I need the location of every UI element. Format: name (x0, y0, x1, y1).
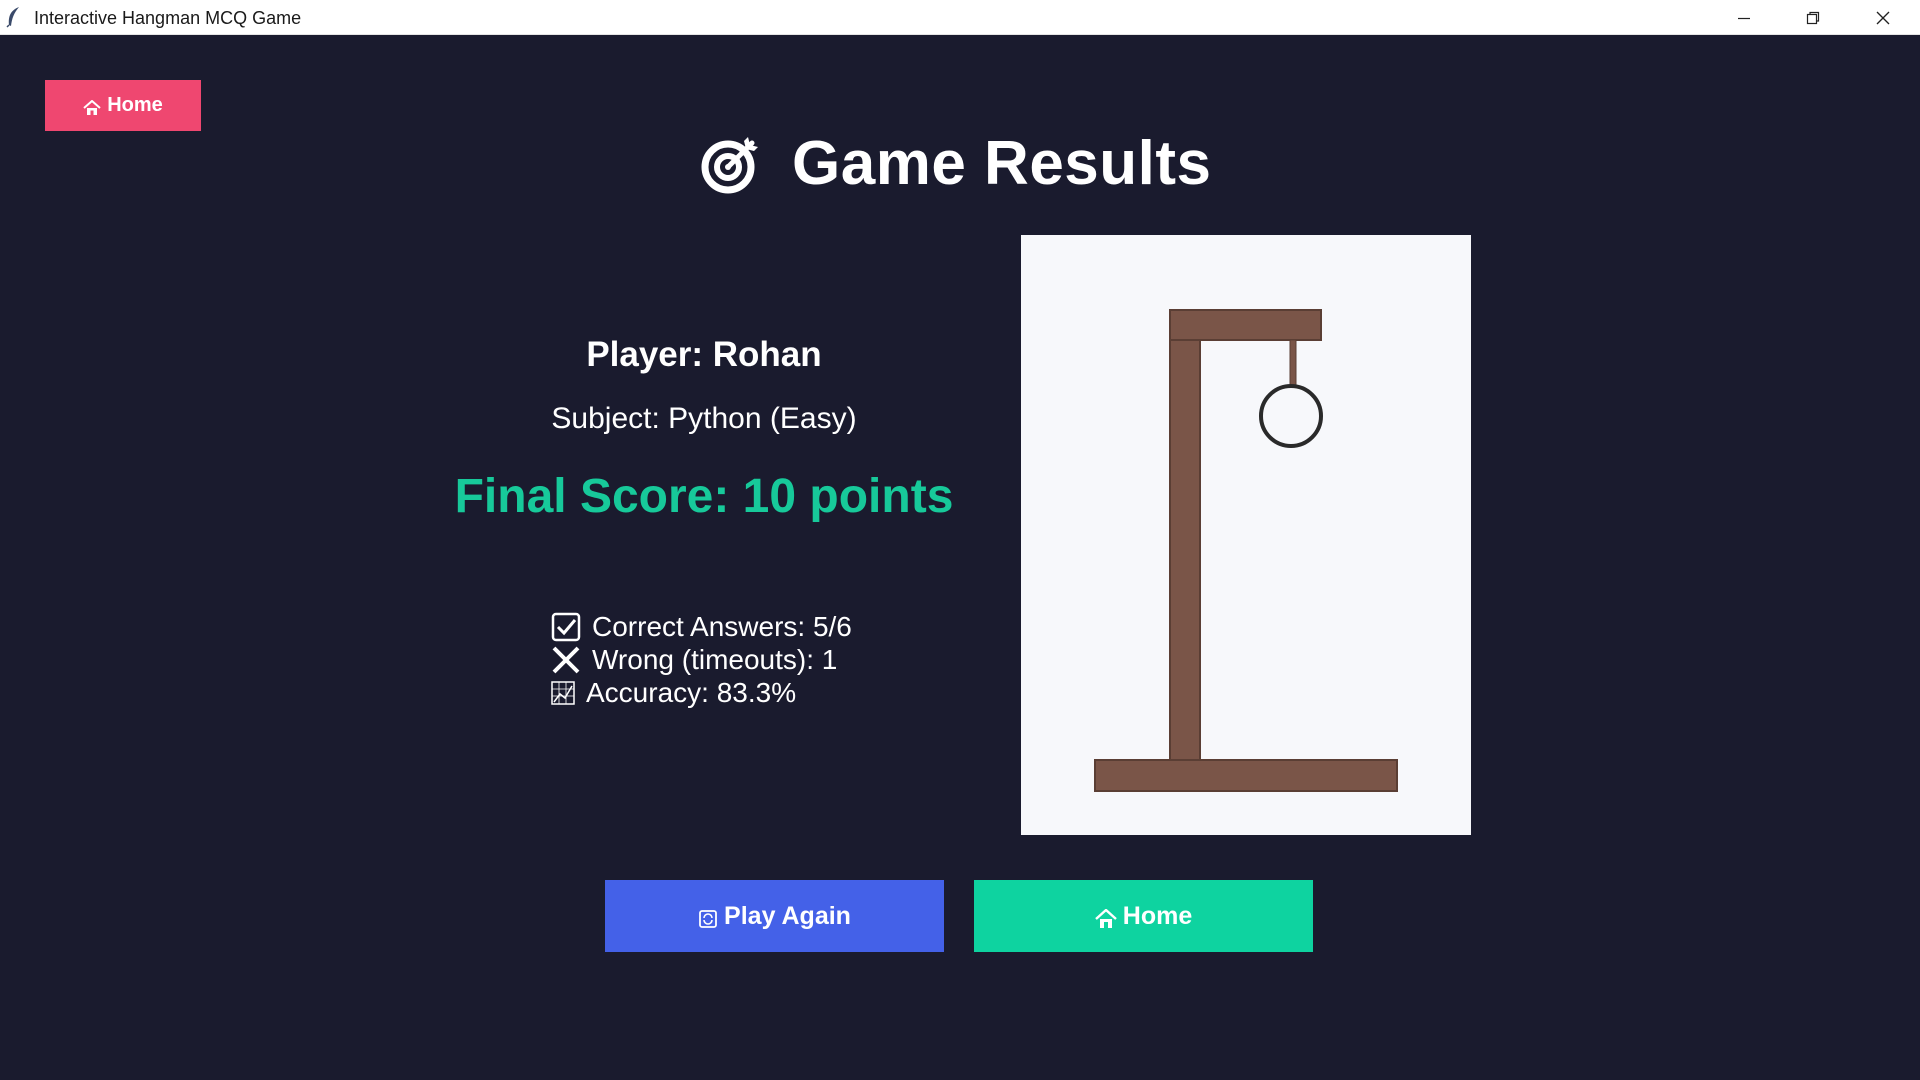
target-icon (701, 137, 758, 194)
player-name: Player: Rohan (586, 335, 822, 374)
play-again-button[interactable]: Play Again (605, 880, 944, 952)
page-title: Game Results (792, 128, 1212, 198)
hangman-head (1259, 384, 1323, 448)
gallows-rope (1289, 339, 1297, 386)
play-again-label: Play Again (724, 901, 851, 930)
home-icon (83, 100, 101, 115)
hangman-canvas (1021, 235, 1471, 835)
gallows-pole (1169, 339, 1201, 761)
feather-icon (6, 7, 19, 28)
cross-icon (552, 646, 580, 673)
home-button-top-label: Home (107, 94, 163, 116)
gallows-beam (1169, 309, 1322, 341)
stat-accuracy: Accuracy: 83.3% (550, 676, 852, 709)
stats-list: Correct Answers: 5/6 Wrong (timeouts): 1… (550, 610, 852, 709)
home-button-bottom-label: Home (1122, 901, 1193, 930)
gallows-base (1094, 759, 1398, 792)
stat-wrong: Wrong (timeouts): 1 (550, 643, 852, 676)
home-button-top[interactable]: Home (45, 80, 201, 131)
window-titlebar: Interactive Hangman MCQ Game (0, 0, 1920, 35)
app-content: Home Game Results Player: Rohan Subject:… (0, 35, 1920, 1080)
page-heading: Game Results (700, 123, 1212, 203)
stat-accuracy-text: Accuracy: 83.3% (586, 677, 797, 708)
stat-correct: Correct Answers: 5/6 (550, 610, 852, 643)
stat-wrong-text: Wrong (timeouts): 1 (592, 644, 838, 675)
window-title: Interactive Hangman MCQ Game (34, 8, 302, 28)
close-icon (1876, 11, 1890, 24)
close-button[interactable] (1848, 0, 1918, 35)
restore-button[interactable] (1778, 0, 1848, 35)
chart-icon (551, 680, 575, 705)
replay-icon (699, 909, 717, 928)
checkbox-check-icon (551, 612, 581, 641)
restore-icon (1806, 11, 1820, 24)
hangman-drawing (1094, 309, 1398, 792)
home-icon (1094, 908, 1117, 928)
home-button-bottom[interactable]: Home (974, 880, 1313, 952)
final-score: Final Score: 10 points (454, 470, 954, 523)
minimize-button[interactable] (1709, 0, 1779, 35)
minimize-icon (1738, 17, 1750, 19)
stat-correct-text: Correct Answers: 5/6 (592, 611, 852, 642)
subject-label: Subject: Python (Easy) (551, 402, 857, 435)
